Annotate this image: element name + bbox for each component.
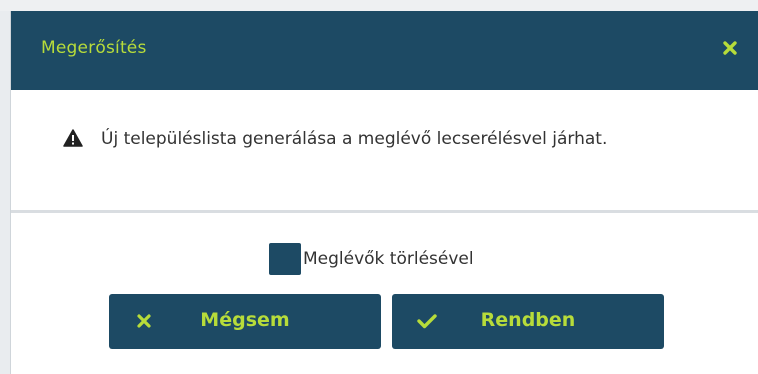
ok-button[interactable]: Rendben — [392, 294, 664, 349]
delete-existing-checkbox-row[interactable]: Meglévők törlésével — [269, 243, 474, 275]
close-icon — [723, 41, 737, 55]
confirmation-dialog: Megerősítés Új településlista generálása… — [10, 11, 758, 374]
dialog-message: Új településlista generálása a meglévő l… — [101, 129, 608, 149]
background-strip — [0, 0, 758, 11]
dialog-footer: Meglévők törlésével Mégsem Rendben — [11, 213, 758, 374]
cancel-label: Mégsem — [200, 309, 290, 331]
checkbox-label: Meglévők törlésével — [303, 249, 474, 269]
delete-existing-checkbox[interactable] — [269, 243, 301, 275]
dialog-header: Megerősítés — [11, 11, 758, 90]
ok-label: Rendben — [480, 309, 576, 331]
dialog-title: Megerősítés — [41, 38, 147, 58]
message-row: Új településlista generálása a meglévő l… — [51, 124, 691, 154]
close-button[interactable] — [715, 33, 745, 63]
dialog-body: Új településlista generálása a meglévő l… — [11, 90, 758, 210]
warning-icon — [63, 129, 83, 147]
cancel-button[interactable]: Mégsem — [109, 294, 381, 349]
